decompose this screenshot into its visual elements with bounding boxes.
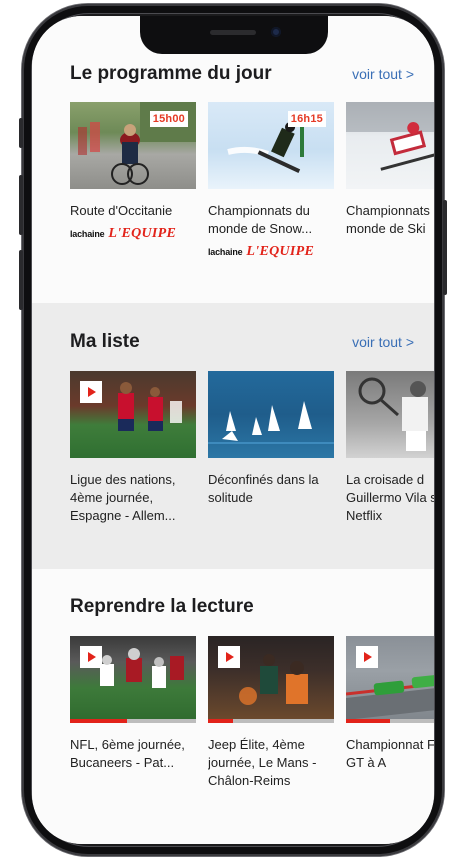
- lachaine-lequipe-logo: lachaine L'EQUIPE: [70, 226, 196, 242]
- ma-liste-card-tennis[interactable]: La croisade d Guillermo Vila sur Netflix: [346, 371, 434, 525]
- programme-card-cycling[interactable]: 15h00 Route d'Occitanie lachaine L'EQUIP…: [70, 102, 196, 260]
- volume-down-button: [19, 250, 23, 310]
- card-title: La croisade d Guillermo Vila sur Netflix: [346, 472, 434, 523]
- play-icon[interactable]: [80, 381, 102, 403]
- time-badge: 16h15: [287, 111, 326, 127]
- logo-small-text: lachaine: [208, 247, 243, 257]
- reprendre-card-nfl[interactable]: NFL, 6ème journée, Bucaneers - Pat...: [70, 636, 196, 790]
- section-title-programme: Le programme du jour: [70, 63, 272, 84]
- card-title: Championnats du monde de Snow...: [208, 203, 313, 236]
- ski-image: [346, 102, 434, 171]
- thumbnail-snowboard[interactable]: 16h15: [208, 102, 334, 189]
- time-badge: 15h00: [149, 111, 188, 127]
- front-camera: [271, 27, 281, 37]
- play-icon[interactable]: [218, 646, 240, 668]
- volume-up-button: [19, 175, 23, 235]
- card-title: NFL, 6ème journée, Bucaneers - Pat...: [70, 737, 185, 770]
- play-icon[interactable]: [80, 646, 102, 668]
- thumbnail-cycling[interactable]: 15h00: [70, 102, 196, 189]
- progress-bar: [70, 719, 127, 723]
- card-title: Route d'Occitanie: [70, 203, 173, 218]
- ma-liste-row: Ligue des nations, 4ème journée, Espagne…: [70, 371, 434, 525]
- progress-bar: [346, 719, 391, 723]
- tennis-image: [358, 377, 428, 451]
- play-icon[interactable]: [356, 646, 378, 668]
- thumbnail-sailing[interactable]: [208, 371, 334, 458]
- programme-card-snowboard[interactable]: 16h15 Championnats du monde de Snow... l…: [208, 102, 334, 260]
- speaker-grille: [210, 30, 256, 35]
- reprendre-card-gt[interactable]: Championnat France GT à A: [346, 636, 434, 790]
- thumbnail-football[interactable]: [70, 371, 196, 458]
- notch: [140, 16, 328, 54]
- logo-small-text: lachaine: [70, 229, 105, 239]
- section-programme: Le programme du jour voir tout > 15h00 R…: [32, 16, 434, 303]
- thumbnail-tennis[interactable]: [346, 371, 434, 458]
- card-title: Jeep Élite, 4ème journée, Le Mans - Châl…: [208, 737, 317, 788]
- thumbnail-basket[interactable]: [208, 636, 334, 723]
- reprendre-row: NFL, 6ème journée, Bucaneers - Pat... Je: [70, 636, 434, 790]
- card-title: Déconfinés dans la solitude: [208, 472, 319, 505]
- card-title: Championnat France GT à A: [346, 737, 434, 770]
- app-screen: Le programme du jour voir tout > 15h00 R…: [32, 16, 434, 844]
- sailing-image: [208, 401, 334, 444]
- logo-brand-text: L'EQUIPE: [108, 226, 177, 241]
- progress-bar: [208, 719, 234, 723]
- thumbnail-nfl[interactable]: [70, 636, 196, 723]
- card-title: Championnats monde de Ski: [346, 203, 430, 236]
- ma-liste-card-football[interactable]: Ligue des nations, 4ème journée, Espagne…: [70, 371, 196, 525]
- section-ma-liste: Ma liste voir tout > Ligue des nations, …: [32, 303, 434, 569]
- voir-tout-ma-liste-link[interactable]: voir tout >: [352, 334, 414, 350]
- power-button: [443, 200, 447, 295]
- logo-brand-text: L'EQUIPE: [246, 244, 315, 259]
- lachaine-lequipe-logo: lachaine L'EQUIPE: [208, 244, 334, 260]
- mute-switch: [19, 118, 23, 148]
- programme-card-ski[interactable]: 1 Championnats monde de Ski: [346, 102, 434, 260]
- programme-row: 15h00 Route d'Occitanie lachaine L'EQUIP…: [70, 102, 434, 260]
- thumbnail-ski[interactable]: 1: [346, 102, 434, 189]
- voir-tout-programme-link[interactable]: voir tout >: [352, 66, 414, 82]
- section-reprendre: Reprendre la lecture NFL, 6ème journée, …: [32, 569, 434, 844]
- card-title: Ligue des nations, 4ème journée, Espagne…: [70, 472, 176, 523]
- section-title-ma-liste: Ma liste: [70, 331, 140, 352]
- thumbnail-gt[interactable]: [346, 636, 434, 723]
- ma-liste-card-sailing[interactable]: Déconfinés dans la solitude: [208, 371, 334, 525]
- section-title-reprendre: Reprendre la lecture: [70, 596, 254, 617]
- reprendre-card-basket[interactable]: Jeep Élite, 4ème journée, Le Mans - Châl…: [208, 636, 334, 790]
